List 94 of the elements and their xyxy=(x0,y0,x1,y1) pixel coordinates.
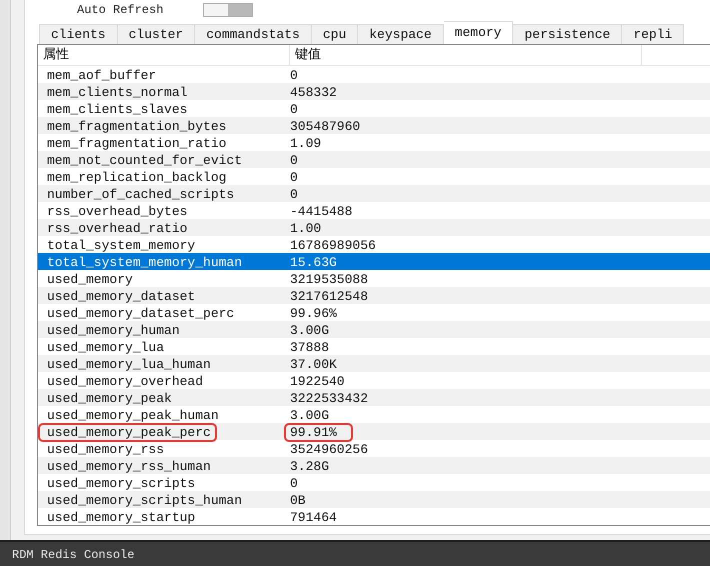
tab[interactable]: cluster xyxy=(118,24,196,44)
value-cell-text: 0 xyxy=(289,169,299,187)
value-cell-text: 3217612548 xyxy=(289,288,370,306)
table-row[interactable]: used_memory_scripts_human 0B xyxy=(38,491,710,508)
table-row[interactable]: mem_not_counted_for_evict 0 xyxy=(38,151,710,168)
key-cell-text: mem_clients_normal xyxy=(46,84,188,102)
value-cell-text: -4415488 xyxy=(289,203,354,221)
value-cell-text: 305487960 xyxy=(289,118,362,136)
value-cell-text: 3.28G xyxy=(289,458,330,476)
value-cell-text: 0 xyxy=(289,152,299,170)
value-cell-text: 0 xyxy=(289,475,299,493)
value-cell-text: 3524960256 xyxy=(289,441,370,459)
table-row[interactable]: rss_overhead_bytes -4415488 xyxy=(38,202,710,219)
value-cell-text: 3219535088 xyxy=(289,271,370,289)
key-cell-text: used_memory_rss xyxy=(46,441,166,459)
table-row[interactable]: mem_aof_buffer 0 xyxy=(38,66,710,83)
key-cell-text: used_memory_scripts xyxy=(46,475,196,493)
table-row[interactable]: mem_replication_backlog 0 xyxy=(38,168,710,185)
key-cell-text: used_memory_lua_human xyxy=(46,356,212,374)
key-cell-text: used_memory_human xyxy=(46,322,181,340)
tab[interactable]: persistence xyxy=(513,24,622,44)
tab[interactable]: memory xyxy=(444,21,514,44)
value-cell: 99.91% xyxy=(284,423,353,442)
key-cell-text: used_memory_peak xyxy=(46,390,173,408)
key-cell-text: used_memory_rss_human xyxy=(46,458,212,476)
tab[interactable]: clients xyxy=(39,24,118,44)
table-row[interactable]: used_memory_startup 791464 xyxy=(38,508,710,525)
table-row[interactable]: total_system_memory 16786989056 xyxy=(38,236,710,253)
table-row[interactable]: number_of_cached_scripts 0 xyxy=(38,185,710,202)
console-title: RDM Redis Console xyxy=(12,548,134,562)
key-cell-text: used_memory_scripts_human xyxy=(46,492,244,510)
value-cell-text: 37888 xyxy=(289,339,330,357)
key-cell-text: total_system_memory xyxy=(46,237,196,255)
table-row[interactable]: mem_clients_slaves 0 xyxy=(38,100,710,117)
key-cell-text: mem_fragmentation_bytes xyxy=(46,118,228,136)
table-row[interactable]: used_memory_rss_human 3.28G xyxy=(38,457,710,474)
column-header[interactable]: 属性 xyxy=(38,45,290,65)
key-cell-text: total_system_memory_human xyxy=(46,254,244,272)
value-cell-text: 0 xyxy=(289,67,299,85)
key-cell-text: mem_fragmentation_ratio xyxy=(46,135,228,153)
key-cell-text: mem_replication_backlog xyxy=(46,169,228,187)
key-cell-text: mem_clients_slaves xyxy=(46,101,188,119)
value-cell-text: 15.63G xyxy=(289,254,338,272)
value-cell-text: 0 xyxy=(289,101,299,119)
value-cell-text: 1.09 xyxy=(289,135,322,153)
table-row[interactable]: used_memory_rss 3524960256 xyxy=(38,440,710,457)
value-cell-text: 0B xyxy=(289,492,307,510)
key-cell-text: used_memory_dataset_perc xyxy=(46,305,236,323)
table-row[interactable]: used_memory_lua_human 37.00K xyxy=(38,355,710,372)
value-cell-text: 3.00G xyxy=(289,322,330,340)
key-cell-text: mem_aof_buffer xyxy=(46,67,158,85)
value-cell-text: 458332 xyxy=(289,84,338,102)
value-cell-text: 791464 xyxy=(289,509,338,527)
table-row[interactable]: used_memory_dataset 3217612548 xyxy=(38,287,710,304)
column-header[interactable]: 键值 xyxy=(290,45,642,65)
key-cell-text: mem_not_counted_for_evict xyxy=(46,152,244,170)
key-cell-text: used_memory_startup xyxy=(46,509,196,527)
value-cell-text: 0 xyxy=(289,186,299,204)
key-cell: used_memory_peak_perc xyxy=(38,423,217,442)
table-row[interactable]: used_memory_human 3.00G xyxy=(38,321,710,338)
value-cell-text: 3222533432 xyxy=(289,390,370,408)
auto-refresh-toggle[interactable] xyxy=(203,3,254,17)
table-row[interactable]: rss_overhead_ratio 1.00 xyxy=(38,219,710,236)
tab[interactable]: keyspace xyxy=(358,24,444,44)
value-cell-text: 1.00 xyxy=(289,220,322,238)
table-row[interactable]: used_memory_overhead 1922540 xyxy=(38,372,710,389)
key-cell-text: used_memory xyxy=(46,271,134,289)
table-row[interactable]: used_memory_scripts 0 xyxy=(38,474,710,491)
value-cell-text: 99.96% xyxy=(289,305,338,323)
auto-refresh-label: Auto Refresh xyxy=(77,3,164,17)
table-row[interactable]: used_memory_peak_perc 99.91% xyxy=(38,423,710,440)
value-cell-text: 16786989056 xyxy=(289,237,377,255)
table-row[interactable]: mem_clients_normal 458332 xyxy=(38,83,710,100)
table-row[interactable]: total_system_memory_human 15.63G xyxy=(38,253,710,270)
key-cell-text: used_memory_peak_human xyxy=(46,407,220,425)
tab[interactable]: repli xyxy=(622,24,684,44)
value-cell-text: 1922540 xyxy=(289,373,346,391)
table-row[interactable]: used_memory_peak_human 3.00G xyxy=(38,406,710,423)
key-cell-text: number_of_cached_scripts xyxy=(46,186,236,204)
table-row[interactable]: used_memory_lua 37888 xyxy=(38,338,710,355)
table-row[interactable]: used_memory 3219535088 xyxy=(38,270,710,287)
table-row[interactable]: used_memory_dataset_perc 99.96% xyxy=(38,304,710,321)
table-row[interactable]: mem_fragmentation_ratio 1.09 xyxy=(38,134,710,151)
tab[interactable]: cpu xyxy=(312,24,358,44)
key-cell-text: used_memory_dataset xyxy=(46,288,196,306)
key-cell-text: rss_overhead_ratio xyxy=(46,220,188,238)
table-row[interactable]: used_memory_peak 3222533432 xyxy=(38,389,710,406)
tab[interactable]: commandstats xyxy=(195,24,312,44)
table-row[interactable]: mem_fragmentation_bytes 305487960 xyxy=(38,117,710,134)
value-cell-text: 3.00G xyxy=(289,407,330,425)
key-cell-text: used_memory_lua xyxy=(46,339,166,357)
value-cell-text: 37.00K xyxy=(289,356,338,374)
key-cell-text: used_memory_overhead xyxy=(46,373,204,391)
key-cell-text: rss_overhead_bytes xyxy=(46,203,188,221)
